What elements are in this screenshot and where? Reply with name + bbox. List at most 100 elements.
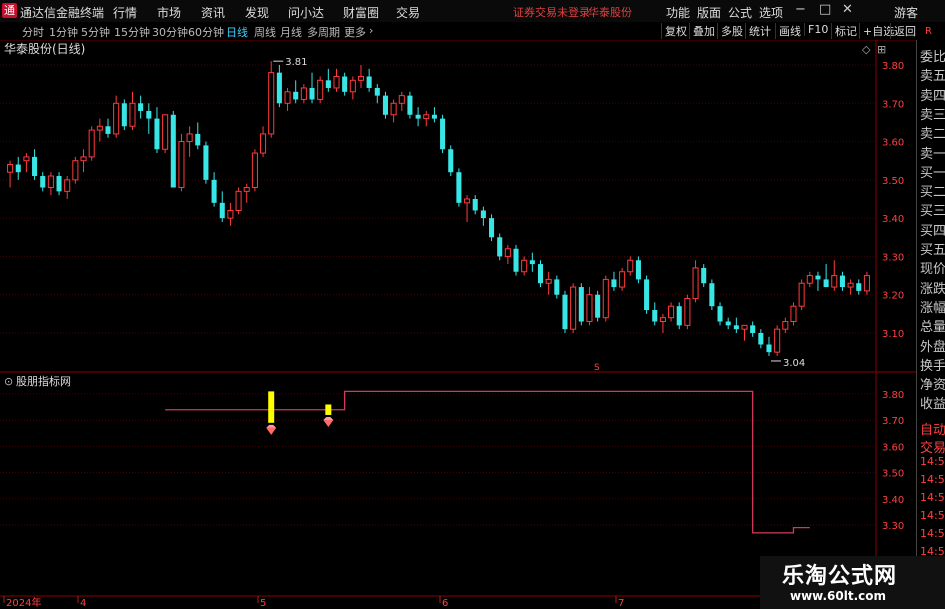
side-item: 卖二 xyxy=(920,127,945,143)
indicator-line xyxy=(165,390,810,534)
candle-body-down xyxy=(211,179,217,203)
side-item: 收益 xyxy=(920,397,945,413)
candle-body-up xyxy=(357,75,365,81)
maximize-icon[interactable]: □ xyxy=(819,2,831,17)
side-item: 交易 xyxy=(920,440,945,456)
candle-body-up xyxy=(80,156,87,162)
btn-tongji[interactable]: 统计 xyxy=(745,23,774,39)
menu-banmian[interactable]: 版面 xyxy=(697,4,721,21)
candle-body-up xyxy=(129,102,136,127)
period-1min[interactable]: 1分钟 xyxy=(49,24,78,40)
side-item: 买五 xyxy=(920,243,945,258)
app-name: 通达信金融终端 xyxy=(20,6,105,20)
period-fenshi[interactable]: 分时 xyxy=(22,24,44,40)
candle-body-down xyxy=(815,275,821,280)
main-settings-icon[interactable]: ◇ xyxy=(862,43,871,56)
candle-body-up xyxy=(863,275,870,292)
btn-fuquan[interactable]: 复权 xyxy=(661,23,690,39)
candle-body-up xyxy=(260,133,267,154)
candle-body-up xyxy=(806,275,813,284)
period-more[interactable]: 更多 xyxy=(344,24,366,40)
candle-body-down xyxy=(856,283,862,291)
candle-body-down xyxy=(758,333,764,345)
menu-gongshi[interactable]: 公式 xyxy=(728,4,752,21)
btn-huaxian[interactable]: 画线 xyxy=(775,23,804,39)
btn-duogu[interactable]: 多股 xyxy=(717,23,746,39)
candle-body-up xyxy=(570,286,577,330)
candle-body-down xyxy=(513,248,519,272)
period-30min[interactable]: 30分钟 xyxy=(152,24,188,40)
side-item: 卖三 xyxy=(920,107,945,123)
menu-jiaoyi[interactable]: 交易 xyxy=(396,4,420,21)
candle-body-down xyxy=(431,114,437,119)
candle-body-up xyxy=(504,248,511,257)
side-item: 买四 xyxy=(920,223,945,239)
side-item: 净资 xyxy=(920,378,945,394)
period-multi[interactable]: 多周期 xyxy=(307,24,340,40)
chart-area[interactable]: 华泰股份(日线) ◇ ⊞ ⊙ 股朋指标网 3.80 3.70 3.60 3.50 3.4… xyxy=(0,40,916,609)
btn-f10[interactable]: F10 xyxy=(804,23,831,36)
menu-faxian[interactable]: 发现 xyxy=(245,4,269,21)
candle-body-down xyxy=(839,275,845,288)
period-daily[interactable]: 日线 xyxy=(226,24,248,40)
side-item: 买二 xyxy=(920,185,945,201)
candle-body-up xyxy=(243,187,250,192)
close-icon[interactable]: ✕ xyxy=(842,2,853,17)
indicator-collapse-icon[interactable]: ⊙ xyxy=(4,375,13,388)
btn-biaoji[interactable]: 标记 xyxy=(831,23,860,39)
menu-shichang[interactable]: 市场 xyxy=(157,4,181,21)
diamond-icon xyxy=(266,427,277,435)
period-15min[interactable]: 15分钟 xyxy=(114,24,150,40)
watermark-url: www.60lt.com xyxy=(790,589,887,603)
candle-body-down xyxy=(219,202,225,219)
menu-zixun[interactable]: 资讯 xyxy=(201,4,225,21)
diamond-top xyxy=(323,416,334,420)
btn-diejia[interactable]: 叠加 xyxy=(689,23,718,39)
time-tick-label: 4 xyxy=(80,598,86,609)
main-expand-icon[interactable]: ⊞ xyxy=(877,43,886,56)
candle-body-down xyxy=(276,72,282,104)
candle-body-down xyxy=(195,133,201,146)
candle-body-up xyxy=(790,305,797,323)
price-tick-label: 3.10 xyxy=(882,329,904,340)
candle-body-up xyxy=(782,321,789,330)
candle-body-down xyxy=(456,172,462,203)
menu-gongneng[interactable]: 功能 xyxy=(666,4,690,21)
indicator-tick-label: 3.70 xyxy=(882,416,904,427)
candle-body-down xyxy=(440,118,446,150)
indicator-series xyxy=(165,390,810,534)
minimize-icon[interactable]: − xyxy=(795,2,806,17)
user-guest[interactable]: 游客 xyxy=(894,4,918,21)
candle-body-down xyxy=(32,156,38,177)
quote-side-panel: R 委比 卖五 卖四 卖三 卖二 卖一 买一 买二 买三 买四 买五 现价 涨跌 涨幅 总量 外盘 换手 净资 收益… xyxy=(916,26,945,609)
candle-body-up xyxy=(774,328,781,353)
app-logo-icon: 通 xyxy=(2,3,17,18)
candle-body-up xyxy=(741,324,748,330)
candle-body-up xyxy=(847,282,854,288)
period-5min[interactable]: 5分钟 xyxy=(81,24,110,40)
menu-xuanxiang[interactable]: 选项 xyxy=(759,4,783,21)
stock-name-link[interactable]: 华泰股份 xyxy=(588,4,632,20)
btn-fanhui[interactable]: 返回 xyxy=(890,23,919,39)
candle-body-down xyxy=(823,279,829,288)
side-item: 总量 xyxy=(920,320,945,336)
candle-body-down xyxy=(40,176,46,188)
side-r-marker: R xyxy=(925,26,932,37)
side-item: 委比 xyxy=(920,50,945,65)
side-item: 14:56 xyxy=(920,526,945,540)
more-chevron-icon[interactable]: › xyxy=(369,24,373,37)
login-warning[interactable]: 证券交易未登录 xyxy=(513,4,590,20)
menu-caifuquan[interactable]: 财富圈 xyxy=(343,4,379,21)
price-tick-label: 3.50 xyxy=(882,176,904,187)
period-weekly[interactable]: 周线 xyxy=(254,24,276,40)
candle-body-down xyxy=(595,294,601,318)
menu-wenxiaoda[interactable]: 问小达 xyxy=(288,4,324,21)
candle-body-up xyxy=(349,79,356,93)
candle-body-up xyxy=(96,125,103,131)
price-tick-label: 3.40 xyxy=(882,214,904,225)
candle-body-up xyxy=(668,305,675,319)
period-monthly[interactable]: 月线 xyxy=(280,24,302,40)
menu-hangqing[interactable]: 行情 xyxy=(113,4,137,21)
period-60min[interactable]: 60分钟 xyxy=(188,24,224,40)
candle-body-down xyxy=(342,76,348,92)
